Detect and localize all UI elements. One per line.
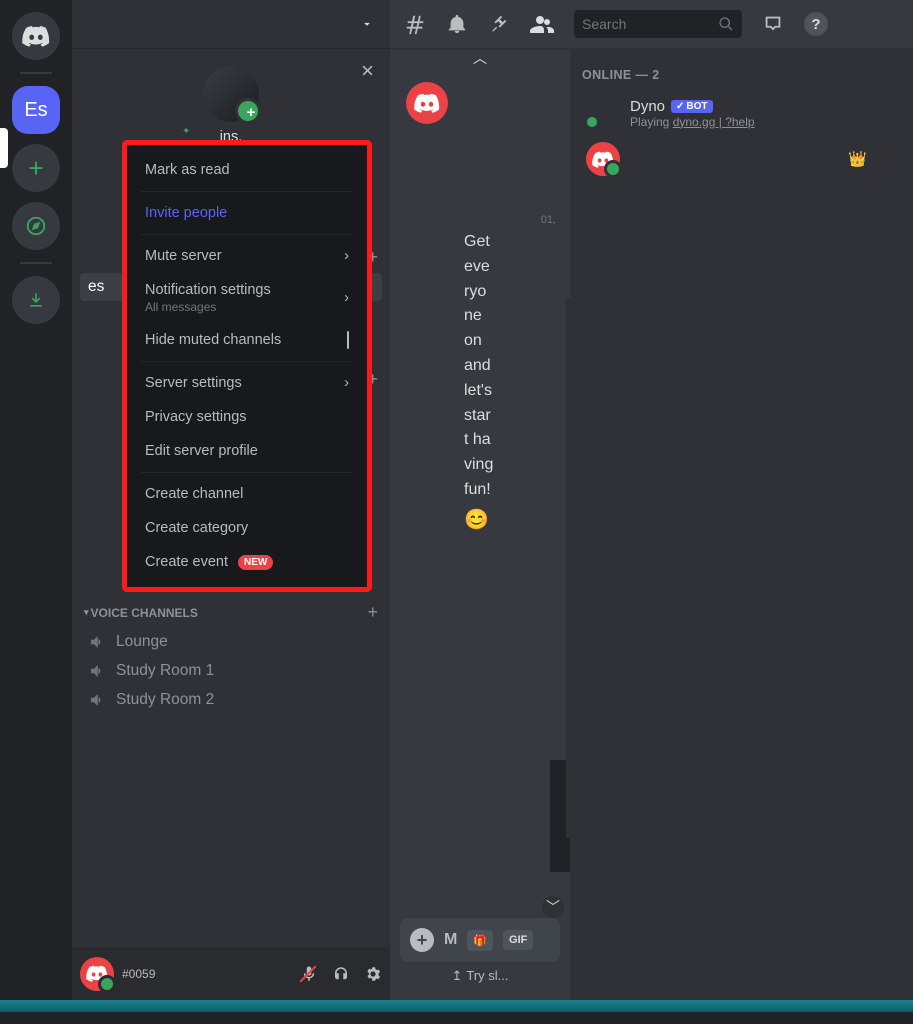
search-placeholder: Search — [582, 16, 626, 32]
close-icon[interactable]: × — [361, 58, 374, 84]
speaker-icon — [88, 691, 108, 709]
voice-channel-item[interactable]: Study Room 2 — [80, 686, 382, 714]
chevron-right-icon: › — [344, 248, 349, 264]
ctx-mute-server[interactable]: Mute server› — [135, 239, 359, 273]
user-avatar[interactable] — [80, 957, 114, 991]
speaker-icon — [88, 662, 108, 680]
divider — [141, 191, 353, 192]
help-icon[interactable]: ? — [804, 12, 828, 36]
m-label: M — [444, 931, 457, 949]
search-input[interactable]: Search — [574, 10, 742, 38]
home-button[interactable] — [12, 12, 60, 60]
user-panel: #0059 — [72, 947, 390, 1000]
member-item[interactable]: 👑 — [582, 136, 901, 182]
channel-toolbar: Search ? — [390, 0, 913, 48]
checkbox-icon[interactable] — [347, 331, 349, 349]
message-input[interactable]: + M 🎁 GIF — [400, 918, 560, 962]
new-badge: NEW — [238, 555, 273, 570]
divider — [566, 298, 570, 838]
divider — [141, 361, 353, 362]
add-channel-icon[interactable]: + — [367, 602, 378, 623]
member-avatar — [586, 142, 620, 176]
member-avatar — [586, 96, 620, 130]
mute-mic-button[interactable] — [300, 965, 318, 983]
explore-servers-button[interactable] — [12, 202, 60, 250]
ctx-create-event[interactable]: Create event NEW — [135, 545, 359, 579]
user-settings-button[interactable] — [364, 965, 382, 983]
server-selection-pill — [0, 128, 8, 168]
deafen-button[interactable] — [332, 965, 350, 983]
channel-sidebar: × ✦ ✦ ✦ ins. nds! Invite + es — [72, 0, 390, 1000]
sparkle-decoration: ✦ — [182, 126, 190, 137]
voice-category-header[interactable]: ▾ VOICE CHANNELS + — [72, 594, 390, 627]
gift-button[interactable]: 🎁 — [467, 930, 493, 951]
chevron-right-icon: › — [344, 290, 349, 306]
download-apps-button[interactable] — [12, 276, 60, 324]
voice-channel-item[interactable]: Lounge — [80, 628, 382, 656]
chevron-down-icon — [360, 17, 374, 31]
server-icon[interactable]: Es — [12, 86, 60, 134]
member-status: Playing dyno.gg | ?help — [630, 115, 755, 129]
category-label: VOICE CHANNELS — [91, 606, 198, 620]
ctx-edit-server-profile[interactable]: Edit server profile — [135, 434, 359, 468]
bot-badge: ✓ BOT — [671, 100, 713, 113]
ctx-create-category[interactable]: Create category — [135, 511, 359, 545]
server-header[interactable] — [72, 0, 390, 48]
ctx-server-settings[interactable]: Server settings› — [135, 366, 359, 400]
members-group-label: ONLINE — 2 — [582, 68, 901, 82]
ctx-invite-people[interactable]: Invite people — [135, 196, 359, 230]
speaker-icon — [88, 633, 108, 651]
window-bottom-bar — [0, 1000, 913, 1012]
message-author-avatar[interactable] — [406, 82, 448, 124]
ctx-create-channel[interactable]: Create channel — [135, 477, 359, 511]
main-column: Search ? ︿ 01, Get everyone on and let's… — [390, 0, 913, 1000]
channel-label: Study Room 2 — [116, 691, 214, 709]
message-text: Get everyone on and let's start having f… — [390, 226, 500, 507]
jump-to-present-icon[interactable]: ﹀ — [542, 896, 564, 918]
ctx-privacy-settings[interactable]: Privacy settings — [135, 400, 359, 434]
rail-divider — [20, 72, 52, 74]
channel-label: es — [88, 278, 104, 296]
rail-divider — [20, 262, 52, 264]
divider — [141, 472, 353, 473]
ctx-notification-settings[interactable]: Notification settings All messages › — [135, 273, 359, 323]
divider — [141, 234, 353, 235]
search-icon — [718, 16, 734, 32]
voice-channel-item[interactable]: Study Room 1 — [80, 657, 382, 685]
add-server-button[interactable]: + — [12, 144, 60, 192]
channel-label: Study Room 1 — [116, 662, 214, 680]
message-date: 01, — [390, 214, 570, 226]
notifications-icon[interactable] — [446, 13, 468, 35]
slash-hint: Try sl... — [400, 968, 560, 984]
message-emoji: 😊 — [390, 507, 570, 532]
chevron-down-icon: ▾ — [84, 607, 89, 618]
chevron-up-icon[interactable]: ︿ — [390, 48, 570, 70]
gif-button[interactable]: GIF — [503, 930, 533, 950]
server-rail: Es + — [0, 0, 72, 1000]
member-list-toggle[interactable] — [530, 12, 554, 36]
member-item[interactable]: Dyno ✓ BOT Playing dyno.gg | ?help — [582, 90, 901, 136]
ctx-hide-muted[interactable]: Hide muted channels — [135, 323, 359, 357]
pinned-icon[interactable] — [488, 13, 510, 35]
threads-icon[interactable] — [404, 13, 426, 35]
invite-avatar-icon — [203, 66, 259, 122]
attach-button[interactable]: + — [410, 928, 434, 952]
server-owner-crown-icon: 👑 — [848, 150, 867, 168]
messages-pane: ︿ 01, Get everyone on and let's start ha… — [390, 48, 570, 1000]
ctx-mark-read[interactable]: Mark as read — [135, 153, 359, 187]
member-name: Dyno — [630, 98, 665, 115]
channel-label: Lounge — [116, 633, 168, 651]
chevron-right-icon: › — [344, 375, 349, 391]
user-tag: #0059 — [122, 967, 155, 981]
server-context-menu: Mark as read Invite people Mute server› … — [122, 140, 372, 592]
members-list: ONLINE — 2 Dyno ✓ BOT Playing dyno.gg | … — [570, 48, 913, 1000]
inbox-icon[interactable] — [762, 13, 784, 35]
